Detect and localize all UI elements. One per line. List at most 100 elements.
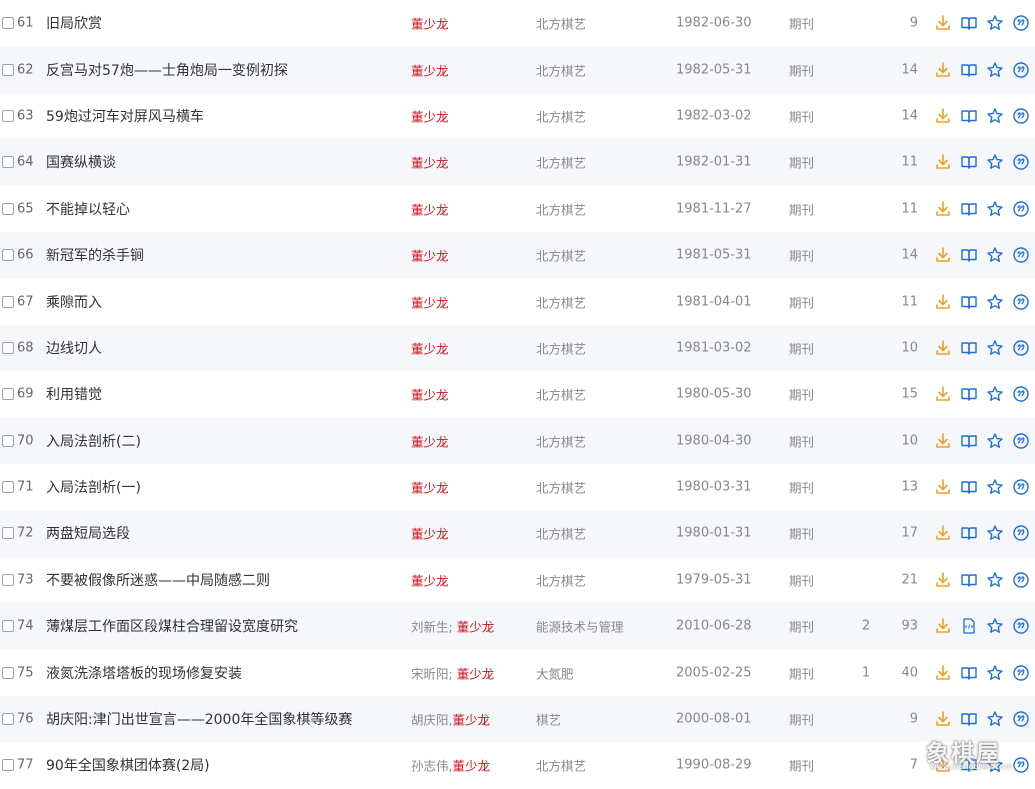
row-checkbox[interactable]: [2, 388, 14, 401]
download-icon[interactable]: [934, 432, 952, 450]
download-icon[interactable]: [934, 61, 952, 79]
star-icon[interactable]: [986, 385, 1004, 403]
row-checkbox[interactable]: [2, 620, 14, 633]
open-book-icon[interactable]: [960, 385, 978, 403]
article-title-link[interactable]: 液氮洗涤塔塔板的现场修复安装: [46, 663, 242, 683]
row-checkbox[interactable]: [2, 481, 14, 494]
html-doc-icon[interactable]: [960, 617, 978, 635]
quote-icon[interactable]: [1012, 293, 1030, 311]
author-link[interactable]: 董少龙: [411, 341, 449, 356]
star-icon[interactable]: [986, 756, 1004, 774]
quote-icon[interactable]: [1012, 756, 1030, 774]
download-icon[interactable]: [934, 14, 952, 32]
author-link[interactable]: 董少龙: [411, 434, 449, 449]
article-title-link[interactable]: 利用错觉: [46, 384, 102, 404]
star-icon[interactable]: [986, 293, 1004, 311]
download-icon[interactable]: [934, 478, 952, 496]
author-link[interactable]: 孙志伟,: [411, 759, 452, 774]
row-checkbox[interactable]: [2, 156, 14, 169]
author-link[interactable]: 胡庆阳,: [411, 713, 452, 728]
download-icon[interactable]: [934, 524, 952, 542]
open-book-icon[interactable]: [960, 339, 978, 357]
author-link[interactable]: 刘新生;: [411, 620, 457, 635]
source-link[interactable]: 能源技术与管理: [536, 617, 624, 636]
article-title-link[interactable]: 乘隙而入: [46, 292, 102, 312]
article-title-link[interactable]: 59炮过河车对屏风马横车: [46, 106, 204, 126]
source-link[interactable]: 北方棋艺: [536, 153, 586, 172]
quote-icon[interactable]: [1012, 200, 1030, 218]
source-link[interactable]: 北方棋艺: [536, 756, 586, 775]
quote-icon[interactable]: [1012, 61, 1030, 79]
row-checkbox[interactable]: [2, 63, 14, 76]
article-title-link[interactable]: 国赛纵横谈: [46, 152, 116, 172]
star-icon[interactable]: [986, 14, 1004, 32]
quote-icon[interactable]: [1012, 153, 1030, 171]
open-book-icon[interactable]: [960, 200, 978, 218]
article-title-link[interactable]: 不要被假像所迷惑——中局随感二则: [46, 570, 270, 590]
author-link[interactable]: 董少龙: [452, 759, 490, 774]
row-checkbox[interactable]: [2, 713, 14, 726]
row-checkbox[interactable]: [2, 202, 14, 215]
open-book-icon[interactable]: [960, 153, 978, 171]
star-icon[interactable]: [986, 107, 1004, 125]
article-title-link[interactable]: 不能掉以轻心: [46, 199, 130, 219]
download-icon[interactable]: [934, 246, 952, 264]
quote-icon[interactable]: [1012, 385, 1030, 403]
author-link[interactable]: 董少龙: [411, 249, 449, 264]
download-icon[interactable]: [934, 756, 952, 774]
quote-icon[interactable]: [1012, 524, 1030, 542]
open-book-icon[interactable]: [960, 710, 978, 728]
author-link[interactable]: 董少龙: [457, 620, 495, 635]
quote-icon[interactable]: [1012, 339, 1030, 357]
star-icon[interactable]: [986, 478, 1004, 496]
star-icon[interactable]: [986, 153, 1004, 171]
open-book-icon[interactable]: [960, 571, 978, 589]
row-checkbox[interactable]: [2, 17, 14, 30]
source-link[interactable]: 北方棋艺: [536, 570, 586, 589]
article-title-link[interactable]: 两盘短局选段: [46, 523, 130, 543]
download-icon[interactable]: [934, 664, 952, 682]
quote-icon[interactable]: [1012, 571, 1030, 589]
article-title-link[interactable]: 入局法剖析(二): [46, 431, 141, 451]
open-book-icon[interactable]: [960, 246, 978, 264]
open-book-icon[interactable]: [960, 524, 978, 542]
source-link[interactable]: 北方棋艺: [536, 338, 586, 357]
author-link[interactable]: 董少龙: [411, 156, 449, 171]
source-link[interactable]: 北方棋艺: [536, 385, 586, 404]
quote-icon[interactable]: [1012, 14, 1030, 32]
source-link[interactable]: 北方棋艺: [536, 106, 586, 125]
author-link[interactable]: 董少龙: [411, 17, 449, 32]
article-title-link[interactable]: 胡庆阳:津门出世宣言——2000年全国象棋等级赛: [46, 709, 352, 729]
article-title-link[interactable]: 新冠军的杀手锏: [46, 245, 144, 265]
source-link[interactable]: 北方棋艺: [536, 60, 586, 79]
row-checkbox[interactable]: [2, 109, 14, 122]
open-book-icon[interactable]: [960, 756, 978, 774]
open-book-icon[interactable]: [960, 293, 978, 311]
author-link[interactable]: 董少龙: [411, 481, 449, 496]
source-link[interactable]: 北方棋艺: [536, 478, 586, 497]
author-link[interactable]: 董少龙: [411, 388, 449, 403]
open-book-icon[interactable]: [960, 664, 978, 682]
star-icon[interactable]: [986, 524, 1004, 542]
source-link[interactable]: 北方棋艺: [536, 292, 586, 311]
row-checkbox[interactable]: [2, 573, 14, 586]
row-checkbox[interactable]: [2, 295, 14, 308]
article-title-link[interactable]: 边线切人: [46, 338, 102, 358]
quote-icon[interactable]: [1012, 432, 1030, 450]
row-checkbox[interactable]: [2, 527, 14, 540]
star-icon[interactable]: [986, 61, 1004, 79]
star-icon[interactable]: [986, 432, 1004, 450]
source-link[interactable]: 大氮肥: [536, 663, 574, 682]
download-icon[interactable]: [934, 293, 952, 311]
star-icon[interactable]: [986, 339, 1004, 357]
quote-icon[interactable]: [1012, 664, 1030, 682]
source-link[interactable]: 北方棋艺: [536, 246, 586, 265]
open-book-icon[interactable]: [960, 478, 978, 496]
download-icon[interactable]: [934, 571, 952, 589]
author-link[interactable]: 董少龙: [411, 573, 449, 588]
author-link[interactable]: 董少龙: [411, 202, 449, 217]
source-link[interactable]: 棋艺: [536, 710, 561, 729]
open-book-icon[interactable]: [960, 107, 978, 125]
source-link[interactable]: 北方棋艺: [536, 199, 586, 218]
download-icon[interactable]: [934, 107, 952, 125]
